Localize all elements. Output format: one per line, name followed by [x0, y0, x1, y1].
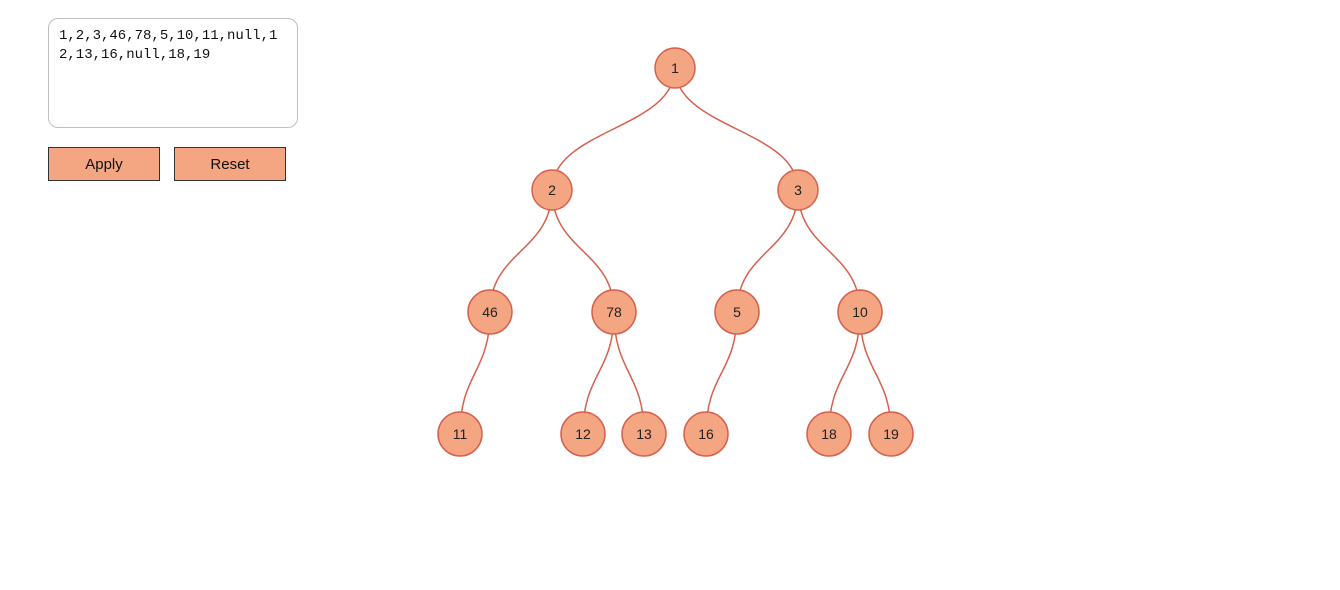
node-label: 12: [575, 426, 591, 442]
node-label: 10: [852, 304, 868, 320]
tree-node: 18: [807, 412, 851, 456]
node-label: 78: [606, 304, 622, 320]
tree-node: 3: [778, 170, 818, 210]
tree-node: 1: [655, 48, 695, 88]
tree-node: 78: [592, 290, 636, 334]
node-label: 11: [453, 426, 468, 442]
node-label: 5: [733, 304, 741, 320]
tree-node: 11: [438, 412, 482, 456]
tree-node: 10: [838, 290, 882, 334]
tree-node: 2: [532, 170, 572, 210]
node-label: 2: [548, 182, 556, 198]
tree-node: 46: [468, 290, 512, 334]
nodes-layer: 1234678510111213161819: [438, 48, 913, 456]
tree-node: 16: [684, 412, 728, 456]
node-label: 13: [636, 426, 652, 442]
tree-node: 5: [715, 290, 759, 334]
node-label: 16: [698, 426, 714, 442]
tree-diagram: 1234678510111213161819: [0, 0, 1340, 590]
tree-node: 12: [561, 412, 605, 456]
node-label: 18: [821, 426, 837, 442]
edges-layer: [460, 68, 891, 434]
tree-node: 13: [622, 412, 666, 456]
node-label: 46: [482, 304, 498, 320]
tree-edge: [675, 68, 798, 190]
node-label: 1: [671, 60, 679, 76]
tree-edge: [552, 68, 675, 190]
node-label: 3: [794, 182, 802, 198]
node-label: 19: [883, 426, 899, 442]
tree-node: 19: [869, 412, 913, 456]
